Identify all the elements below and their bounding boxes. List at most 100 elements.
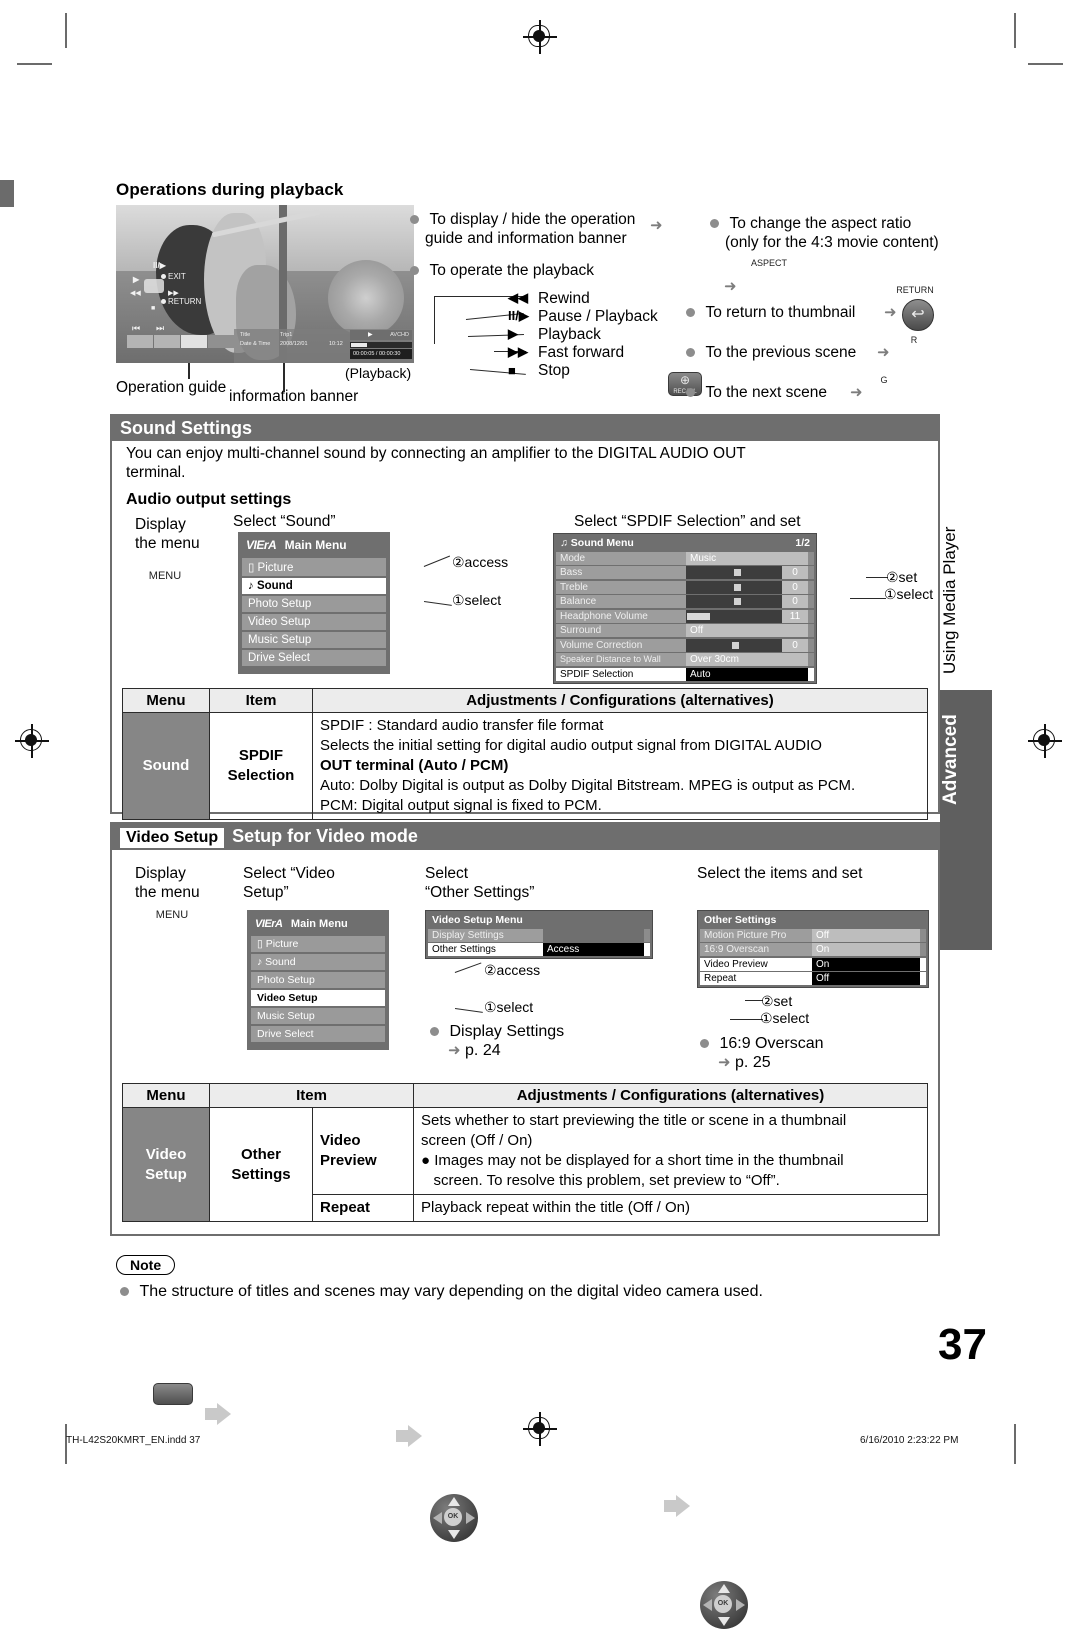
dpad-left-icon[interactable] — [703, 1599, 712, 1611]
other-settings-row-repeat[interactable]: Repeat Off — [700, 972, 926, 985]
sound-row-speaker-distance[interactable]: Speaker Distance to Wall Over 30cm — [556, 653, 814, 666]
table-row: Sound SPDIF Selection SPDIF : Standard a… — [122, 712, 928, 820]
spdif-select-label: ①select — [884, 586, 934, 602]
osd-color-button-3 — [181, 335, 207, 348]
sound-row-mode[interactable]: Mode Music — [556, 551, 814, 565]
sound-row-balance[interactable]: Balance 0 — [556, 595, 814, 608]
dpad-legend-bracket-vertical — [434, 296, 436, 344]
row-cap — [808, 667, 814, 681]
video-setup-row-other-settings[interactable]: Other Settings Access — [428, 943, 650, 956]
bullet-dot — [686, 308, 695, 318]
sound-row-surround-value: Off — [686, 624, 808, 637]
banner-progress-fill — [351, 343, 367, 347]
video-spec-table: Menu Item Adjustments / Configurations (… — [122, 1083, 928, 1222]
video-setup-row-other-settings-label: Other Settings — [428, 943, 543, 956]
video-setup-row-display-settings[interactable]: Display Settings — [428, 928, 650, 942]
sound-row-treble[interactable]: Treble 0 — [556, 580, 814, 594]
dpad-fn-glyph-play: ▶ — [508, 326, 518, 341]
video-access-label: ②access — [484, 962, 541, 978]
menu-item-photo-setup[interactable]: Photo Setup — [251, 972, 385, 988]
sound-row-headphone-volume[interactable]: Headphone Volume 11 — [556, 609, 814, 623]
osd-return-dot — [161, 299, 166, 304]
sound-row-treble-label: Treble — [556, 580, 686, 594]
page-number: 37 — [938, 1320, 987, 1369]
sound-row-surround[interactable]: Surround Off — [556, 624, 814, 637]
main-menu-title: Main Menu — [290, 918, 348, 930]
red-button-label: R — [910, 335, 918, 345]
menu-item-sound[interactable]: ♪ Sound — [242, 578, 386, 594]
registration-mark-right-center — [1028, 724, 1062, 758]
select-other-line2: “Other Settings” — [425, 884, 535, 901]
aspect-button-label: ASPECT — [750, 258, 787, 268]
osd-color-button-4 — [208, 335, 234, 348]
dpad-fn-label-ff: Fast forward — [538, 343, 625, 361]
dpad-ok-button[interactable]: OK — [714, 1595, 732, 1613]
sound-row-mode-value: Music — [686, 551, 808, 565]
dpad-ok-button[interactable]: OK — [444, 1508, 462, 1526]
dpad-up-icon[interactable] — [718, 1584, 730, 1593]
menu-button-video[interactable] — [153, 1383, 193, 1405]
sound-row-treble-slider[interactable] — [686, 580, 782, 594]
menu-item-photo-setup[interactable]: Photo Setup — [242, 596, 386, 612]
bullet-display-hide-guide: To display / hide the operation guide an… — [410, 210, 650, 248]
menu-item-music-setup[interactable]: Music Setup — [251, 1008, 385, 1024]
dpad-down-icon[interactable] — [718, 1617, 730, 1626]
sound-row-volume-correction[interactable]: Volume Correction 0 — [556, 638, 814, 652]
menu-item-sound[interactable]: ♪ Sound — [251, 954, 385, 970]
caption-leader-operation-guide — [188, 363, 190, 379]
sound-row-bass-slider[interactable] — [686, 566, 782, 579]
menu-item-photo-setup-label: Photo Setup — [248, 598, 312, 610]
return-button[interactable]: ↩ — [902, 299, 934, 331]
menu-item-music-setup[interactable]: Music Setup — [242, 632, 386, 648]
picture-icon: ▯ — [257, 938, 263, 950]
sound-row-volume-correction-slider[interactable] — [686, 638, 782, 652]
sound-step-select-spdif: Select “SPDIF Selection” and set — [574, 513, 801, 530]
video-display-line2: the menu — [135, 884, 200, 901]
sound-row-balance-slider[interactable] — [686, 595, 782, 608]
menu-item-picture[interactable]: ▯ Picture — [251, 936, 385, 952]
sound-settings-title: Sound Settings — [120, 418, 252, 438]
footer-timestamp: 6/16/2010 2:23:22 PM — [860, 1435, 959, 1446]
menu-item-picture[interactable]: ▯ Picture — [242, 558, 386, 576]
other-settings-dpad[interactable]: OK — [700, 1581, 748, 1629]
audio-output-subheading: Audio output settings — [126, 491, 292, 508]
banner-elapsed-strip: 00:00:05 / 00:00:30 — [350, 349, 412, 359]
video-display-line1: Display — [135, 865, 186, 882]
menu-item-video-setup[interactable]: Video Setup — [242, 614, 386, 630]
crop-mark-top-right-vertical — [1014, 13, 1016, 48]
dpad-left-icon[interactable] — [433, 1512, 442, 1524]
dpad-right-icon[interactable] — [736, 1599, 745, 1611]
menu-item-drive-select[interactable]: Drive Select — [251, 1026, 385, 1042]
osd-rewind-glyph: ◀◀ — [130, 290, 141, 297]
menu-item-photo-setup-label: Photo Setup — [257, 974, 315, 986]
bullet-operate-playback-label: To operate the playback — [429, 262, 595, 279]
sound-menu-panel: ♫ Sound Menu 1/2 Mode Music Bass 0 Trebl… — [553, 533, 817, 684]
other-settings-row-video-preview[interactable]: Video Preview On — [700, 957, 926, 971]
osd-stop-glyph: ■ — [151, 305, 156, 312]
dpad-down-icon[interactable] — [448, 1530, 460, 1539]
viera-brand-logo: VIErA — [255, 918, 283, 930]
menu-item-drive-select[interactable]: Drive Select — [242, 650, 386, 666]
row-cap — [808, 551, 814, 565]
row-cap — [920, 957, 926, 971]
bullet-dot — [700, 1039, 709, 1049]
bullet-return-thumbnail: To return to thumbnail — [686, 303, 901, 322]
sound-row-speaker-distance-value: Over 30cm — [686, 653, 808, 666]
step-arrow-2-video — [396, 1425, 422, 1447]
sound-row-headphone-volume-bar[interactable] — [686, 609, 782, 623]
sound-row-spdif-selection[interactable]: SPDIF Selection Auto — [556, 667, 814, 681]
dpad-fn-glyph-pause: II/▶ — [508, 308, 529, 323]
registration-mark-top-center — [523, 20, 557, 54]
viera-brand-logo: VIErA — [246, 538, 277, 552]
note-icon: ♪ — [248, 580, 254, 592]
other-settings-row-overscan[interactable]: 16:9 Overscan On — [700, 943, 926, 956]
row-cap — [808, 609, 814, 623]
other-settings-row-repeat-value: Off — [812, 972, 920, 985]
dpad-right-icon[interactable] — [466, 1512, 475, 1524]
sound-row-bass[interactable]: Bass 0 — [556, 566, 814, 579]
spdif-set-label: ②set — [886, 569, 918, 585]
video-step-dpad[interactable]: OK — [430, 1494, 478, 1542]
other-settings-row-motion-picture-pro[interactable]: Motion Picture Pro Off — [700, 928, 926, 942]
dpad-up-icon[interactable] — [448, 1497, 460, 1506]
menu-item-video-setup[interactable]: Video Setup — [251, 990, 385, 1006]
